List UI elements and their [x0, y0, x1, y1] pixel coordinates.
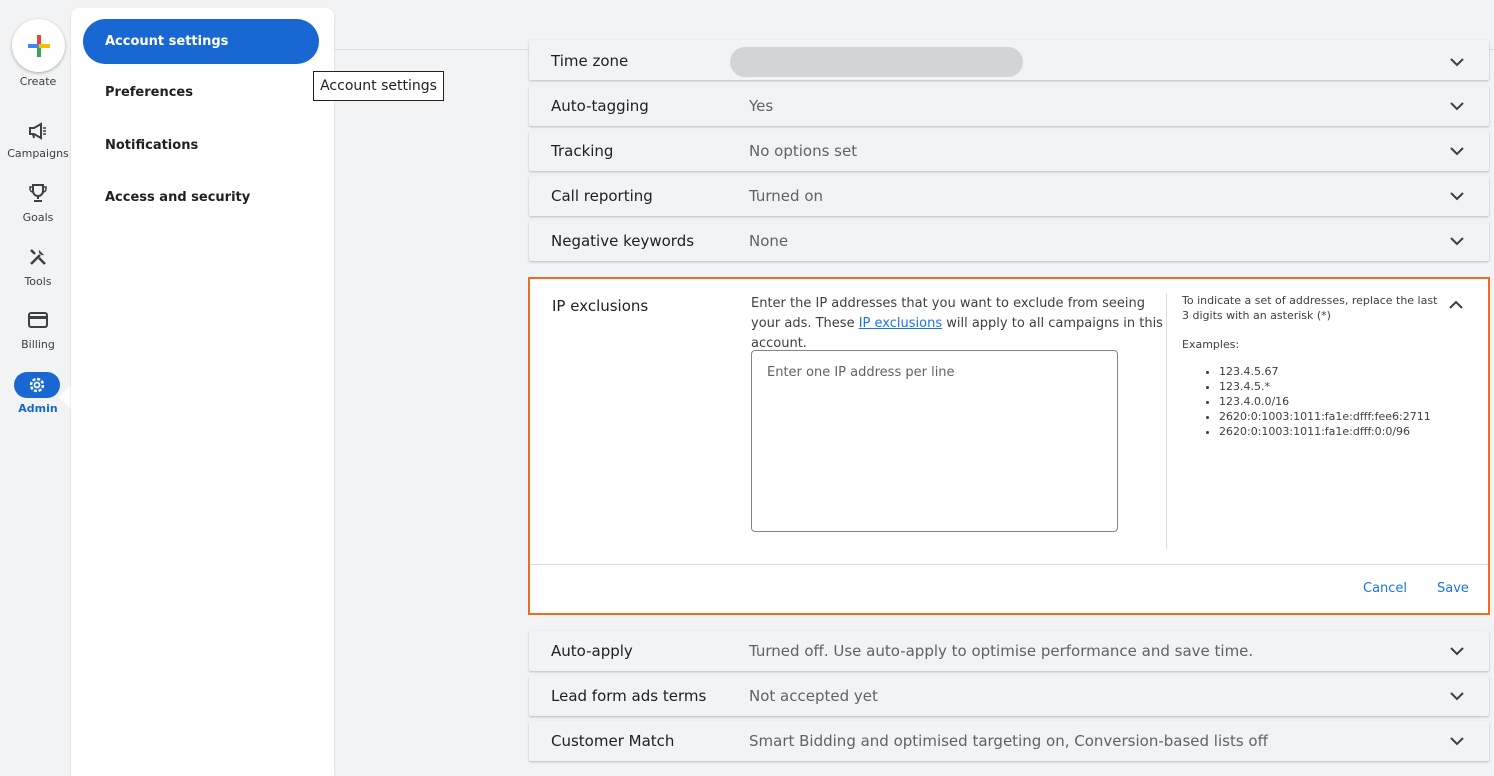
example-item: 123.4.5.67 [1219, 364, 1442, 379]
cancel-button[interactable]: Cancel [1363, 581, 1407, 596]
row-title: Call reporting [551, 187, 653, 205]
trophy-icon[interactable] [24, 179, 52, 207]
rail-item-tools[interactable]: Tools [0, 275, 76, 288]
submenu-pointer [59, 385, 71, 409]
megaphone-icon[interactable] [24, 117, 52, 145]
ip-exclusions-link[interactable]: IP exclusions [859, 316, 942, 331]
chevron-down-icon[interactable] [1449, 733, 1465, 749]
tooltip: Account settings [313, 71, 444, 101]
rail-item-billing[interactable]: Billing [0, 338, 76, 351]
row-value: None [749, 232, 789, 250]
row-title: Time zone [551, 52, 629, 70]
row-title: Lead form ads terms [551, 687, 707, 705]
plus-icon [27, 34, 50, 57]
chevron-down-icon[interactable] [1449, 688, 1465, 704]
help-text: To indicate a set of addresses, replace … [1182, 294, 1438, 322]
row-title: Tracking [551, 142, 614, 160]
row-value: Smart Bidding and optimised targeting on… [749, 732, 1268, 750]
chevron-down-icon[interactable] [1449, 143, 1465, 159]
ip-address-textarea[interactable] [751, 350, 1118, 532]
menu-item-notifications[interactable]: Notifications [83, 123, 319, 168]
row-value: Yes [749, 97, 774, 115]
chevron-down-icon[interactable] [1449, 54, 1465, 70]
chevron-down-icon[interactable] [1449, 98, 1465, 114]
example-item: 2620:0:1003:1011:fa1e:dfff:fee6:2711 [1219, 409, 1442, 424]
credit-card-icon[interactable] [24, 306, 52, 334]
gear-icon [29, 377, 45, 393]
ip-exclusions-description: Enter the IP addresses that you want to … [751, 294, 1171, 354]
ip-exclusions-title: IP exclusions [552, 297, 649, 315]
actions-divider [530, 564, 1488, 565]
setting-row-negative-keywords[interactable]: Negative keywords None [529, 221, 1489, 261]
chevron-down-icon[interactable] [1449, 233, 1465, 249]
ip-exclusions-panel: IP exclusions Enter the IP addresses tha… [528, 277, 1490, 615]
create-button[interactable] [12, 19, 65, 72]
chevron-down-icon[interactable] [1449, 188, 1465, 204]
setting-row-auto-tagging[interactable]: Auto-tagging Yes [529, 86, 1489, 126]
examples-list: 123.4.5.67 123.4.5.* 123.4.0.0/16 2620:0… [1182, 364, 1442, 439]
setting-row-customer-match[interactable]: Customer Match Smart Bidding and optimis… [529, 721, 1489, 761]
menu-item-account-settings[interactable]: Account settings [83, 19, 319, 64]
rail-item-goals[interactable]: Goals [0, 211, 76, 224]
create-label: Create [19, 75, 57, 88]
setting-row-time-zone[interactable]: Time zone [529, 40, 1489, 80]
save-button[interactable]: Save [1437, 581, 1469, 596]
examples-label: Examples: [1182, 338, 1240, 351]
row-value: No options set [749, 142, 858, 160]
redacted-value [730, 47, 1023, 77]
setting-row-call-reporting[interactable]: Call reporting Turned on [529, 176, 1489, 216]
row-value: Turned off. Use auto-apply to optimise p… [749, 642, 1254, 660]
row-value: Turned on [749, 187, 824, 205]
row-title: Customer Match [551, 732, 675, 750]
admin-submenu: Account settings Preferences Notificatio… [71, 8, 334, 776]
example-item: 123.4.0.0/16 [1219, 394, 1442, 409]
ip-exclusions-help: To indicate a set of addresses, replace … [1182, 293, 1442, 439]
help-divider [1166, 293, 1167, 549]
example-item: 2620:0:1003:1011:fa1e:dfff:0:0/96 [1219, 424, 1442, 439]
setting-row-auto-apply[interactable]: Auto-apply Turned off. Use auto-apply to… [529, 631, 1489, 671]
menu-item-access-and-security[interactable]: Access and security [83, 175, 319, 220]
admin-button[interactable] [14, 372, 60, 398]
tools-icon[interactable] [24, 243, 52, 271]
menu-item-preferences[interactable]: Preferences [83, 70, 319, 115]
row-title: Negative keywords [551, 232, 695, 250]
rail-item-campaigns[interactable]: Campaigns [0, 147, 76, 160]
setting-row-lead-form-ads-terms[interactable]: Lead form ads terms Not accepted yet [529, 676, 1489, 716]
row-title: Auto-tagging [551, 97, 649, 115]
row-value: Not accepted yet [749, 687, 878, 705]
chevron-down-icon[interactable] [1449, 643, 1465, 659]
chevron-up-icon[interactable] [1448, 297, 1464, 313]
row-title: Auto-apply [551, 642, 633, 660]
example-item: 123.4.5.* [1219, 379, 1442, 394]
setting-row-tracking[interactable]: Tracking No options set [529, 131, 1489, 171]
